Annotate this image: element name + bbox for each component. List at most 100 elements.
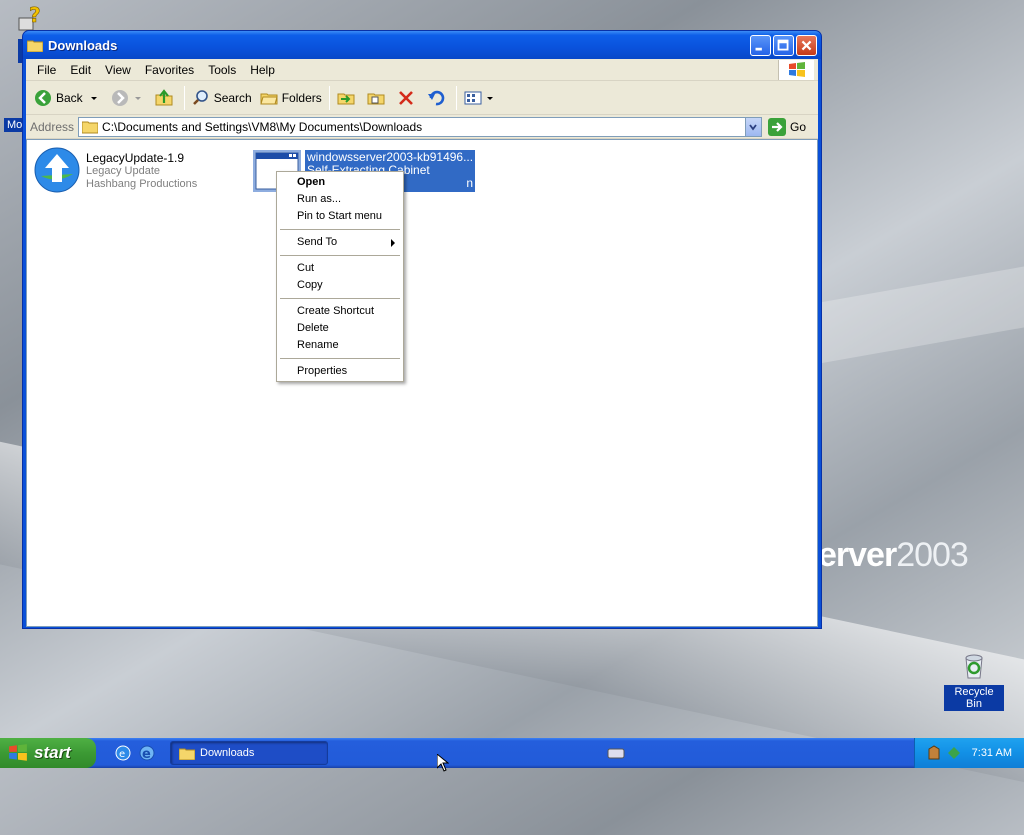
tray-security-icon[interactable] (926, 745, 942, 761)
folders-icon (260, 93, 278, 104)
chevron-down-icon[interactable] (133, 93, 143, 103)
folder-icon (179, 748, 195, 760)
context-menu-item-rename[interactable]: Rename (279, 337, 401, 354)
views-grid-icon (464, 91, 482, 104)
search-label: Search (213, 90, 252, 105)
address-dropdown-button[interactable] (744, 117, 761, 136)
undo-icon (427, 90, 444, 105)
context-menu-separator (280, 255, 400, 256)
go-arrow-icon (767, 117, 786, 136)
search-button[interactable]: Search (188, 87, 256, 109)
title-bar[interactable]: Downloads (23, 31, 821, 59)
toolbar-separator (183, 85, 185, 110)
menu-edit[interactable]: Edit (63, 63, 98, 77)
context-menu-item-properties[interactable]: Properties (279, 363, 401, 380)
keyboard-icon[interactable] (607, 746, 625, 760)
legacy-update-icon (34, 147, 80, 193)
context-menu-separator (280, 229, 400, 230)
file-company: Hashbang Productions (86, 178, 198, 190)
folders-label: Folders (281, 90, 322, 105)
undo-button[interactable] (423, 87, 453, 109)
windows-flag-logo (778, 59, 814, 80)
taskbar-button-label: Downloads (200, 747, 255, 759)
menu-tools[interactable]: Tools (201, 63, 243, 77)
show-desktop-icon[interactable]: e (114, 744, 132, 762)
mouse-cursor (437, 754, 449, 772)
quick-launch: e e (114, 744, 156, 762)
minimize-button[interactable] (750, 34, 771, 56)
chevron-down-icon (749, 123, 758, 130)
address-bar: Address C:\Documents and Settings\VM8\My… (26, 115, 818, 139)
address-input[interactable]: C:\Documents and Settings\VM8\My Documen… (78, 116, 762, 137)
context-menu-item-copy[interactable]: Copy (279, 277, 401, 294)
start-label: start (34, 743, 71, 762)
search-icon (192, 89, 208, 105)
desktop-icon-recycle-bin[interactable]: Recycle Bin (944, 650, 1004, 711)
menu-view[interactable]: View (98, 63, 138, 77)
desktop-icon-label: Recycle Bin (944, 685, 1004, 711)
back-arrow-icon (35, 89, 51, 106)
maximize-button[interactable] (773, 34, 794, 56)
clock[interactable]: 7:31 AM (972, 747, 1012, 759)
move-to-icon (337, 93, 355, 104)
delete-button[interactable] (393, 87, 423, 109)
context-menu-item-run-as[interactable]: Run as... (279, 191, 401, 208)
context-menu-item-delete[interactable]: Delete (279, 320, 401, 337)
address-label: Address (30, 119, 75, 134)
menu-file[interactable]: File (30, 63, 63, 77)
forward-button[interactable] (107, 87, 151, 109)
file-name: LegacyUpdate-1.9 (86, 151, 185, 165)
tray-update-icon[interactable] (946, 745, 962, 761)
menu-favorites[interactable]: Favorites (138, 63, 201, 77)
copy-to-button[interactable] (363, 87, 393, 109)
standard-toolbar: Back Search Folders (26, 81, 818, 115)
chevron-down-icon[interactable] (89, 93, 99, 103)
file-list-pane[interactable]: LegacyUpdate-1.9 Legacy Update Hashbang … (26, 139, 818, 627)
copy-to-icon (367, 93, 385, 104)
views-button[interactable] (460, 87, 502, 109)
maximize-icon (777, 39, 789, 50)
forward-arrow-icon (111, 89, 128, 106)
context-menu-item-send-to[interactable]: Send To (279, 234, 401, 251)
close-button[interactable] (796, 34, 817, 56)
taskbar: start e e Downloads 7:31 AM (0, 738, 1024, 768)
submenu-arrow-icon (391, 239, 395, 247)
move-to-button[interactable] (333, 87, 363, 109)
folder-icon (27, 40, 43, 52)
file-item-legacyupdate[interactable]: LegacyUpdate-1.9 Legacy Update Hashbang … (33, 146, 197, 194)
context-menu-separator (280, 298, 400, 299)
menu-help[interactable]: Help (243, 63, 282, 77)
folders-button[interactable]: Folders (256, 87, 326, 109)
svg-text:e: e (142, 747, 151, 762)
minimize-icon (755, 47, 762, 50)
menu-bar: File Edit View Favorites Tools Help (26, 59, 818, 81)
context-menu-item-pin-to-start-menu[interactable]: Pin to Start menu (279, 208, 401, 225)
file-description: Legacy Update (86, 165, 160, 177)
close-icon (801, 40, 812, 50)
window-title: Downloads (48, 37, 118, 53)
windows-logo-icon (788, 61, 805, 77)
context-menu: Open Run as... Pin to Start menu Send To Cut… (276, 171, 404, 382)
toolbar-separator (328, 85, 330, 110)
go-button[interactable]: Go (767, 117, 814, 136)
desktop-icon-mozilla[interactable]: Moz (4, 118, 31, 132)
chevron-down-icon (486, 96, 493, 100)
explorer-window[interactable]: Downloads File Edit View Favorites Tools… (22, 30, 822, 629)
context-menu-separator (280, 358, 400, 359)
up-folder-button[interactable] (151, 87, 181, 109)
start-button[interactable]: start (0, 738, 96, 768)
back-button[interactable]: Back (30, 87, 107, 109)
windows-logo-icon (9, 744, 27, 761)
go-label: Go (789, 119, 806, 134)
recycle-bin-icon (965, 654, 983, 679)
svg-text:e: e (119, 749, 125, 760)
context-menu-item-open[interactable]: Open (279, 174, 401, 191)
taskbar-button-downloads[interactable]: Downloads (170, 741, 328, 765)
context-menu-item-cut[interactable]: Cut (279, 260, 401, 277)
server-2003-watermark: erver2003 (818, 536, 969, 574)
delete-x-icon (398, 90, 413, 105)
internet-explorer-icon[interactable]: e (138, 744, 156, 762)
up-folder-icon (155, 88, 173, 105)
toolbar-separator (455, 85, 457, 110)
context-menu-item-create-shortcut[interactable]: Create Shortcut (279, 303, 401, 320)
